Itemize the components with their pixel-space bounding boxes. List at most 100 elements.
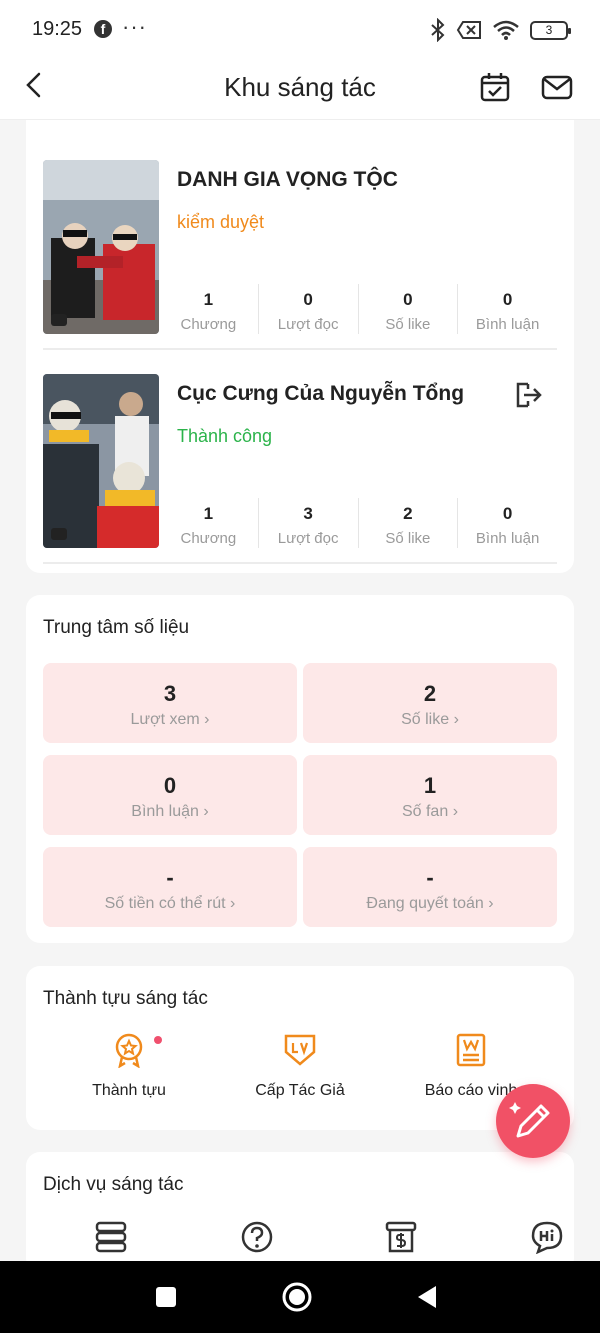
achievement-label: Cấp Tác Giả xyxy=(255,1082,345,1099)
tile-withdrawable[interactable]: - Số tiền có thể rút › xyxy=(43,847,297,927)
work-item[interactable]: Cục Cưng Của Nguyễn Tổng Thành công 1 Chư… xyxy=(43,374,557,564)
section-title: Thành tựu sáng tác xyxy=(43,988,208,1009)
tile-value: - xyxy=(426,865,434,890)
tile-value: - xyxy=(166,865,174,890)
stat-value: 0 xyxy=(502,290,513,309)
tile-value: 3 xyxy=(163,681,177,706)
bluetooth-icon xyxy=(431,18,445,42)
recent-apps-icon[interactable] xyxy=(150,1281,182,1313)
achievement-item[interactable]: Cấp Tác Giả xyxy=(225,1032,375,1100)
help-icon[interactable] xyxy=(240,1220,274,1254)
chat-badge-icon xyxy=(51,528,67,540)
chevron-right-icon: › xyxy=(230,895,236,912)
stat-label: Lượt đọc xyxy=(277,530,339,547)
stat-chapters: 1 Chương xyxy=(159,284,258,334)
medal-icon xyxy=(115,1033,143,1068)
stat-value: 1 xyxy=(203,290,214,309)
stat-label: Chương xyxy=(180,530,237,547)
report-icon xyxy=(456,1033,486,1067)
tile-fans[interactable]: 1 Số fan › xyxy=(303,755,557,835)
tile-label-text: Lượt xem xyxy=(130,711,200,728)
back-nav-icon[interactable] xyxy=(412,1281,444,1313)
tile-views[interactable]: 3 Lượt xem › xyxy=(43,663,297,743)
exit-icon[interactable] xyxy=(513,380,543,410)
stat-value: 3 xyxy=(303,504,313,523)
tile-label: Số fan › xyxy=(303,803,557,821)
bill-icon[interactable] xyxy=(384,1220,418,1254)
stat-comments: 0 Bình luận xyxy=(457,498,557,548)
status-icons: 3 xyxy=(430,18,571,42)
achievement-item[interactable]: Thành tựu xyxy=(54,1032,204,1100)
tile-label: Số tiền có thể rút › xyxy=(43,895,297,913)
chevron-right-icon: › xyxy=(203,803,209,820)
stat-value: 0 xyxy=(403,290,413,309)
stat-likes: 2 Số like xyxy=(357,498,458,548)
section-title: Dịch vụ sáng tác xyxy=(43,1174,184,1195)
stat-likes: 0 Số like xyxy=(357,284,458,334)
stat-value: 1 xyxy=(203,504,214,523)
tile-label: Lượt xem › xyxy=(43,711,297,729)
chat-hi-icon[interactable] xyxy=(530,1220,564,1254)
works-card: DANH GIA VỌNG TỘC kiểm duyệt 1 Chương 0 Lư… xyxy=(26,120,574,573)
work-item[interactable]: DANH GIA VỌNG TỘC kiểm duyệt 1 Chương 0 Lư… xyxy=(43,160,557,350)
level-badge-icon xyxy=(284,1034,316,1066)
achievements-card: Thành tựu sáng tác Thành tựu Cấp Tác Giả… xyxy=(26,966,574,1130)
system-nav-bar xyxy=(0,1261,600,1333)
pencil-icon xyxy=(509,1102,550,1138)
book-stats: 1 Chương 3 Lượt đọc 2 Số like 0 Bình luận xyxy=(159,498,557,548)
tile-label: Số like › xyxy=(303,711,557,729)
tile-label-text: Bình luận xyxy=(131,803,199,820)
top-header: Khu sáng tác xyxy=(0,60,600,120)
status-bar: 19:25 f ··· 3 xyxy=(0,0,600,60)
tile-label: Đang quyết toán › xyxy=(303,895,557,913)
stat-label: Số like xyxy=(385,530,431,547)
stat-value: 2 xyxy=(403,504,413,523)
tile-value: 1 xyxy=(423,773,437,798)
book-cover[interactable] xyxy=(43,374,159,548)
achievement-label: Thành tựu xyxy=(92,1082,166,1099)
wifi-icon xyxy=(493,20,519,40)
calendar-check-icon[interactable] xyxy=(478,70,512,104)
tile-settling[interactable]: - Đang quyết toán › xyxy=(303,847,557,927)
chevron-right-icon: › xyxy=(488,895,494,912)
stat-label: Số like xyxy=(385,316,431,333)
book-stats: 1 Chương 0 Lượt đọc 0 Số like 0 Bình luận xyxy=(159,284,557,334)
chevron-right-icon: › xyxy=(452,803,459,820)
section-title: Trung tâm số liệu xyxy=(43,617,190,638)
tile-label-text: Đang quyết toán xyxy=(366,895,484,912)
tile-label-text: Số like xyxy=(401,711,450,728)
book-title[interactable]: Cục Cưng Của Nguyễn Tổng xyxy=(177,382,464,406)
tile-value: 2 xyxy=(423,681,437,706)
book-title[interactable]: DANH GIA VỌNG TỘC xyxy=(177,168,398,192)
tile-value: 0 xyxy=(163,773,177,798)
chat-badge-icon xyxy=(51,314,67,326)
chevron-right-icon: › xyxy=(204,711,210,728)
mail-icon[interactable] xyxy=(540,70,574,104)
book-status: Thành công xyxy=(177,426,273,446)
stat-value: 0 xyxy=(502,504,513,523)
tile-label-text: Số tiền có thể rút xyxy=(104,895,226,912)
tile-label: Bình luận › xyxy=(43,803,297,821)
server-icon[interactable] xyxy=(94,1220,128,1254)
tile-label-text: Số fan xyxy=(401,803,449,820)
services-card: Dịch vụ sáng tác xyxy=(26,1152,574,1272)
book-status: kiểm duyệt xyxy=(177,212,265,232)
stat-reads: 3 Lượt đọc xyxy=(257,498,358,548)
chevron-right-icon: › xyxy=(453,711,459,728)
status-time: 19:25 xyxy=(32,18,83,40)
stat-label: Lượt đọc xyxy=(277,316,339,333)
stat-reads: 0 Lượt đọc xyxy=(257,284,358,334)
tile-likes[interactable]: 2 Số like › xyxy=(303,663,557,743)
stat-chapters: 1 Chương xyxy=(159,498,258,548)
stat-label: Bình luận xyxy=(475,316,540,333)
data-center-card: Trung tâm số liệu 3 Lượt xem › 2 Số like ›… xyxy=(26,595,574,943)
facebook-icon: f xyxy=(94,20,112,38)
notification-dot xyxy=(154,1036,162,1044)
tile-comments[interactable]: 0 Bình luận › xyxy=(43,755,297,835)
more-notifications-icon: ··· xyxy=(122,14,147,39)
stat-label: Chương xyxy=(180,316,237,333)
book-cover[interactable] xyxy=(43,160,159,334)
home-icon[interactable] xyxy=(281,1281,313,1313)
write-fab-button[interactable] xyxy=(496,1084,570,1158)
stat-comments: 0 Bình luận xyxy=(457,284,557,334)
